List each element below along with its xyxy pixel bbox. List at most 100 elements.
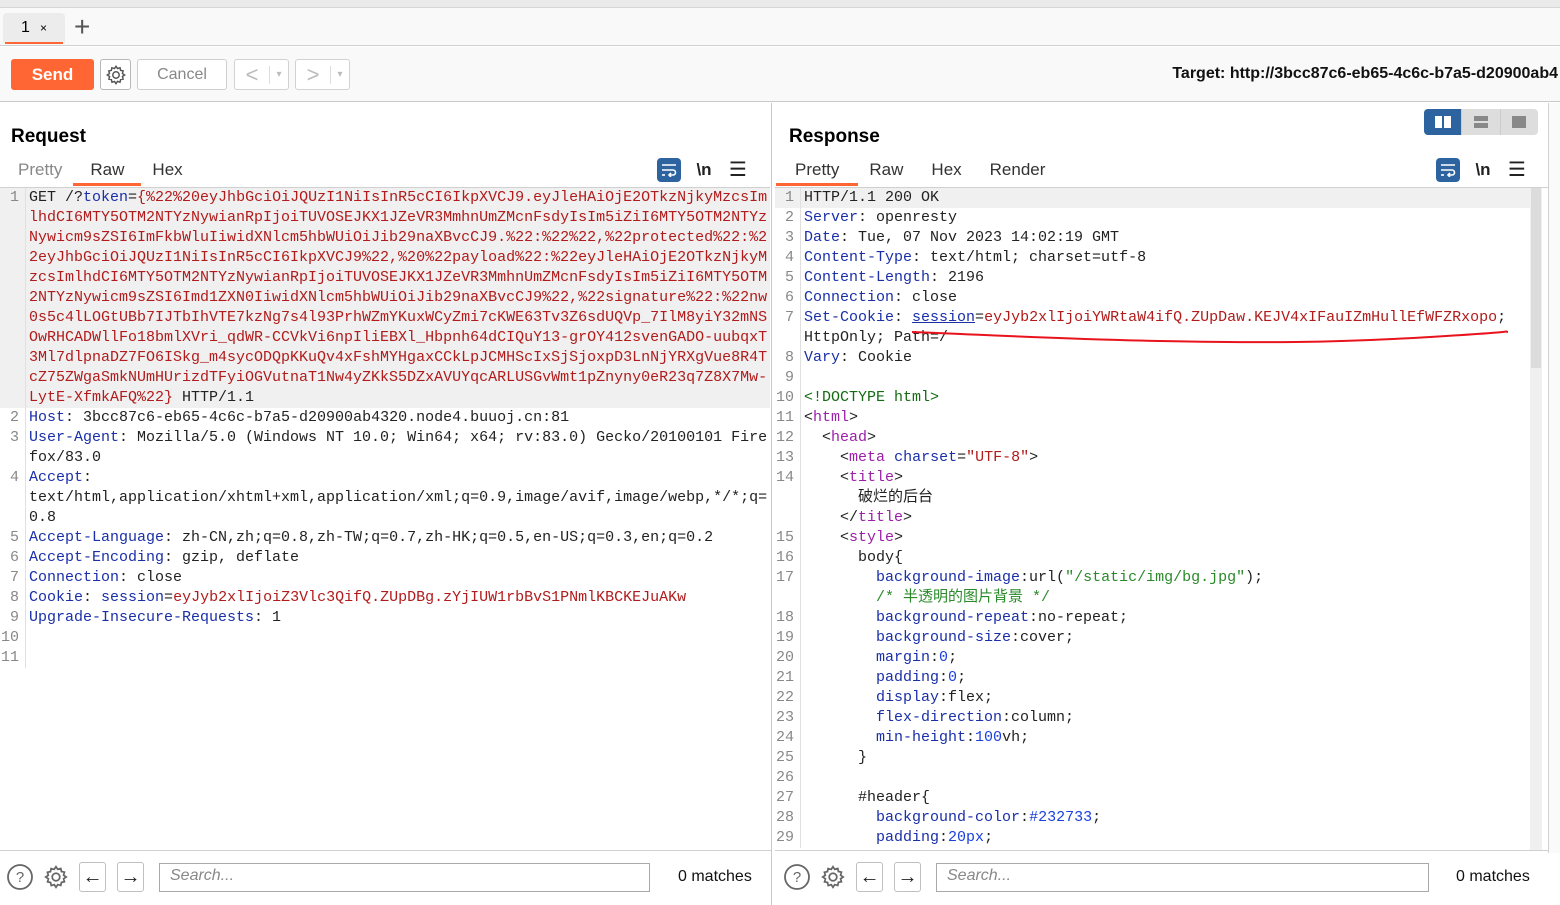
help-button[interactable]: ? <box>783 863 811 891</box>
line-number: 3 <box>775 228 801 248</box>
response-editor[interactable]: 1 HTTP/1.1 200 OK 2 Server: openresty 3 Date:… <box>775 187 1560 853</box>
line-content: <meta charset="UTF-8"> <box>801 448 1530 468</box>
cancel-button[interactable]: Cancel <box>137 59 227 90</box>
send-button[interactable]: Send <box>11 59 94 90</box>
code-line[interactable]: 11 <html> <box>775 408 1530 428</box>
code-line[interactable]: 2 Host: 3bcc87c6-eb65-4c6c-b7a5-d20900ab4… <box>0 408 770 428</box>
search-input[interactable]: Search... <box>936 863 1429 892</box>
line-number: 24 <box>775 728 801 748</box>
line-number: 2 <box>775 208 801 228</box>
code-line[interactable]: 8 Cookie: session=eyJyb2xlIjoiZ3Vlc3QifQ.… <box>0 588 770 608</box>
code-token: : <box>939 829 949 846</box>
search-settings-button[interactable] <box>819 863 847 891</box>
search-settings-button[interactable] <box>42 863 70 891</box>
layout-single-button[interactable] <box>1501 109 1538 135</box>
code-line[interactable]: 27 #header{ <box>775 788 1530 808</box>
back-button[interactable]: < ▾ <box>234 59 289 90</box>
code-line[interactable]: 28 background-color:#232733; <box>775 808 1530 828</box>
word-wrap-icon[interactable] <box>657 157 681 182</box>
code-line[interactable]: 2 Server: openresty <box>775 208 1530 228</box>
code-line[interactable]: 10 <box>0 628 770 648</box>
add-tab-button[interactable]: + <box>74 12 90 42</box>
tab-hex[interactable]: Hex <box>914 157 978 185</box>
code-line[interactable]: 26 <box>775 768 1530 788</box>
code-line[interactable]: 1 GET /?token={%22%20eyJhbGciOiJQUzI1NiIs… <box>0 188 770 408</box>
repeater-tab-1[interactable]: 1 × <box>3 13 65 44</box>
code-line[interactable]: 7 Connection: close <box>0 568 770 588</box>
code-line[interactable]: 19 background-size:cover; <box>775 628 1530 648</box>
menu-icon[interactable]: ☰ <box>1506 157 1528 182</box>
code-token: : <box>83 589 102 606</box>
search-input[interactable]: Search... <box>159 863 650 892</box>
tab-raw[interactable]: Raw <box>73 157 142 186</box>
tab-hex[interactable]: Hex <box>141 157 193 185</box>
code-token: head <box>831 429 868 446</box>
newline-icon[interactable]: \n <box>1474 160 1492 180</box>
code-line[interactable]: 20 margin:0; <box>775 648 1530 668</box>
settings-button[interactable] <box>100 59 131 90</box>
code-line[interactable]: 10 <!DOCTYPE html> <box>775 388 1530 408</box>
code-line[interactable]: 3 Date: Tue, 07 Nov 2023 14:02:19 GMT <box>775 228 1530 248</box>
code-token: > <box>849 409 859 426</box>
code-line[interactable]: 1 HTTP/1.1 200 OK <box>775 188 1530 208</box>
previous-match-button[interactable]: ← <box>856 862 883 892</box>
scrollbar-thumb[interactable] <box>1531 188 1541 368</box>
code-line[interactable]: 14 <title> 破烂的后台 </title> <box>775 468 1530 528</box>
forward-button[interactable]: > ▾ <box>295 59 350 90</box>
code-line[interactable]: 6 Connection: close <box>775 288 1530 308</box>
dropdown-icon[interactable]: ▾ <box>331 69 349 80</box>
code-line[interactable]: 23 flex-direction:column; <box>775 708 1530 728</box>
code-token: background-size <box>876 629 1012 646</box>
code-line[interactable]: 29 padding:20px; <box>775 828 1530 848</box>
next-match-button[interactable]: → <box>894 862 921 892</box>
next-match-button[interactable]: → <box>117 862 144 892</box>
code-line[interactable]: 13 <meta charset="UTF-8"> <box>775 448 1530 468</box>
line-content: padding:0; <box>801 668 1530 688</box>
layout-side-by-side-button[interactable] <box>1424 109 1463 135</box>
code-line[interactable]: 9 Upgrade-Insecure-Requests: 1 <box>0 608 770 628</box>
code-line[interactable]: 12 <head> <box>775 428 1530 448</box>
code-line[interactable]: 24 min-height:100vh; <box>775 728 1530 748</box>
code-line[interactable]: 17 background-image:url("/static/img/bg.… <box>775 568 1530 608</box>
word-wrap-icon[interactable] <box>1436 157 1460 182</box>
tab-raw[interactable]: Raw <box>858 157 914 185</box>
previous-match-button[interactable]: ← <box>79 862 106 892</box>
target-url[interactable]: Target: http://3bcc87c6-eb65-4c6c-b7a5-d… <box>1172 65 1558 83</box>
newline-icon[interactable]: \n <box>695 160 713 180</box>
code-line[interactable]: 16 body{ <box>775 548 1530 568</box>
help-button[interactable]: ? <box>6 863 34 891</box>
code-token: meta <box>849 449 886 466</box>
vertical-scrollbar[interactable] <box>1530 188 1542 853</box>
request-editor[interactable]: 1 GET /?token={%22%20eyJhbGciOiJQUzI1NiIs… <box>0 187 770 853</box>
code-line[interactable]: 3 User-Agent: Mozilla/5.0 (Windows NT 10.… <box>0 428 770 468</box>
code-line[interactable]: 8 Vary: Cookie <box>775 348 1530 368</box>
code-line[interactable]: 5 Accept-Language: zh-CN,zh;q=0.8,zh-TW;q… <box>0 528 770 548</box>
code-line[interactable]: 15 <style> <box>775 528 1530 548</box>
code-line[interactable]: 4 Content-Type: text/html; charset=utf-8 <box>775 248 1530 268</box>
code-line[interactable]: 9 <box>775 368 1530 388</box>
close-icon[interactable]: × <box>40 21 47 35</box>
columns-icon <box>1434 116 1451 128</box>
tab-pretty[interactable]: Pretty <box>776 157 859 186</box>
code-line[interactable]: 4 Accept: text/html,application/xhtml+xml… <box>0 468 770 528</box>
response-pane: Response Pretty Raw Hex Render \n ☰ 1 HTT… <box>775 103 1560 905</box>
dropdown-icon[interactable]: ▾ <box>270 69 288 80</box>
tab-pretty[interactable]: Pretty <box>7 157 73 185</box>
code-line[interactable]: 21 padding:0; <box>775 668 1530 688</box>
chevron-left-icon: < <box>245 61 259 87</box>
code-line[interactable]: 6 Accept-Encoding: gzip, deflate <box>0 548 770 568</box>
code-token: "/static/img/bg.jpg" <box>1065 569 1246 586</box>
tab-render[interactable]: Render <box>979 157 1057 185</box>
code-token: charset <box>894 449 958 466</box>
code-token: 0 <box>939 649 949 666</box>
code-line[interactable]: 25 } <box>775 748 1530 768</box>
code-line[interactable]: 18 background-repeat:no-repeat; <box>775 608 1530 628</box>
outer-scrollbar[interactable] <box>1548 103 1560 853</box>
code-line[interactable]: 22 display:flex; <box>775 688 1530 708</box>
layout-stacked-button[interactable] <box>1462 109 1501 135</box>
code-line[interactable]: 11 <box>0 648 770 668</box>
menu-icon[interactable]: ☰ <box>727 157 749 182</box>
code-line[interactable]: 7 Set-Cookie: session=eyJyb2xlIjoiYWRtaW4… <box>775 308 1530 348</box>
code-line[interactable]: 5 Content-Length: 2196 <box>775 268 1530 288</box>
